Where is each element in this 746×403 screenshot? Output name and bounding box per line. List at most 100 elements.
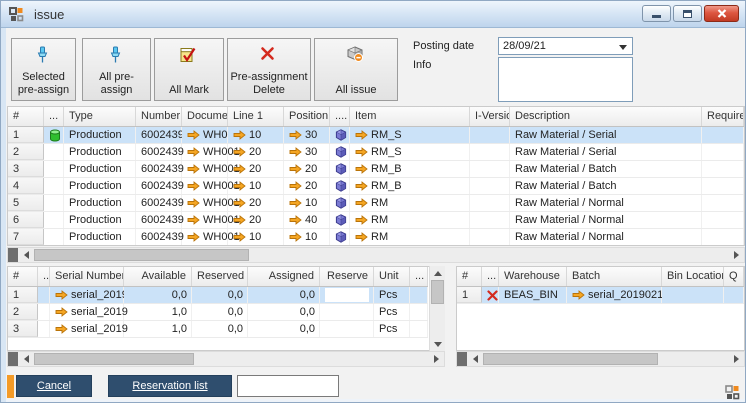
arrow-right-icon [289, 215, 302, 225]
main-table-row[interactable]: 1Production6002439WH0011030RM_SRaw Mater… [8, 127, 744, 144]
scrollbar-corner-button[interactable] [457, 352, 467, 366]
scroll-right-button[interactable] [728, 352, 744, 366]
scrollbar-thumb[interactable] [431, 280, 444, 304]
column-header[interactable]: ... [410, 267, 428, 286]
main-table-row[interactable]: 3Production6002439WH0012020RM_BRaw Mater… [8, 161, 744, 178]
selected-pre-assign-button[interactable]: Selected pre-assign [11, 38, 76, 101]
cell-type: Production [64, 195, 136, 211]
maximize-button[interactable] [673, 5, 702, 22]
serial-table-row[interactable]: 3serial_20191,00,00,0Pcs [8, 321, 428, 338]
cell-requirement [702, 212, 744, 228]
close-button[interactable] [704, 5, 739, 22]
column-header[interactable]: Reserve [320, 267, 374, 286]
info-textarea[interactable] [498, 57, 633, 102]
arrow-right-glyph-icon [434, 355, 439, 363]
scrollbar-corner-button[interactable] [8, 352, 18, 366]
column-header[interactable]: Unit [374, 267, 410, 286]
scroll-left-button[interactable] [18, 352, 34, 366]
arrow-right-icon [55, 307, 68, 317]
cell-number: 6002439 [136, 127, 182, 143]
cell-icon [44, 178, 64, 194]
arrow-right-icon [355, 232, 368, 242]
cell-line1: 10 [228, 178, 284, 194]
cell-line1: 10 [228, 127, 284, 143]
scroll-up-button[interactable] [430, 266, 445, 280]
arrow-right-icon [233, 181, 246, 191]
cell-type: Production [64, 161, 136, 177]
column-header[interactable]: # [8, 267, 38, 286]
window-left-edge [1, 28, 6, 402]
scrollbar-track[interactable] [430, 280, 445, 337]
scrollbar-thumb[interactable] [34, 353, 194, 365]
posting-date-select[interactable]: 28/09/21 [498, 37, 633, 55]
scrollbar-thumb[interactable] [34, 249, 249, 261]
serial-table-vscrollbar [429, 266, 445, 351]
scroll-right-button[interactable] [728, 248, 744, 262]
scroll-down-button[interactable] [430, 337, 445, 351]
column-header[interactable]: Document [182, 107, 228, 126]
cancel-button[interactable]: Cancel [16, 375, 92, 397]
cell-line1: 10 [228, 229, 284, 245]
column-header[interactable]: # [8, 107, 44, 126]
column-header[interactable]: Bin Location [662, 267, 724, 286]
column-header[interactable]: ... [44, 107, 64, 126]
column-header[interactable]: Requirement [702, 107, 744, 126]
column-header[interactable]: Warehouse [499, 267, 567, 286]
all-pre-assign-button[interactable]: All pre-assign [82, 38, 151, 101]
cell-number: 6002439 [136, 212, 182, 228]
scrollbar-track[interactable] [34, 248, 728, 262]
serial-table-row[interactable]: 2serial_20191,00,00,0Pcs [8, 304, 428, 321]
main-table-row[interactable]: 4Production6002439WH0011020RM_BRaw Mater… [8, 178, 744, 195]
column-header[interactable]: Reserved [192, 267, 248, 286]
cell-icon [330, 127, 350, 143]
column-header[interactable]: Item [350, 107, 470, 126]
column-header[interactable]: Assigned [248, 267, 320, 286]
column-header[interactable]: ... [38, 267, 50, 286]
scrollbar-track[interactable] [483, 352, 728, 366]
main-table-row[interactable]: 6Production6002439WH0012040RMRaw Materia… [8, 212, 744, 229]
scroll-left-button[interactable] [467, 352, 483, 366]
column-header[interactable]: Batch [567, 267, 662, 286]
column-header[interactable]: Position [284, 107, 330, 126]
minimize-button[interactable] [642, 5, 671, 22]
cell-icon [410, 321, 428, 337]
cell-num: 1 [8, 127, 44, 143]
column-header[interactable]: # [457, 267, 482, 286]
all-issue-button[interactable]: All issue [314, 38, 398, 101]
reservation-list-button[interactable]: Reservation list [108, 375, 232, 397]
column-header[interactable]: ... [482, 267, 499, 286]
arrow-right-icon [187, 215, 200, 225]
column-header[interactable]: I-Version [470, 107, 510, 126]
column-header[interactable]: Q [724, 267, 744, 286]
cell-icon [410, 304, 428, 320]
warehouse-table-row[interactable]: 1BEAS_BINserial_20190212_12505 [457, 287, 744, 304]
arrow-right-icon [355, 130, 368, 140]
cube-icon [335, 129, 347, 141]
cube-icon [335, 146, 347, 158]
main-table-row[interactable]: 5Production6002439WH0012010RMRaw Materia… [8, 195, 744, 212]
scroll-left-button[interactable] [18, 248, 34, 262]
all-mark-button[interactable]: All Mark [154, 38, 224, 101]
footer-input[interactable] [237, 375, 339, 397]
column-header[interactable]: Serial Number [50, 267, 124, 286]
app-logo-icon [725, 385, 740, 400]
main-table-row[interactable]: 7Production6002439WH0011010RMRaw Materia… [8, 229, 744, 246]
arrow-right-icon [187, 147, 200, 157]
column-header[interactable]: Description [510, 107, 702, 126]
cell-requirement [702, 127, 744, 143]
serial-table-row[interactable]: 1serial_20190,00,00,0Pcs [8, 287, 428, 304]
info-label: Info [413, 59, 431, 71]
reserve-input[interactable] [325, 288, 369, 302]
column-header[interactable]: Type [64, 107, 136, 126]
column-header[interactable]: Line 1 [228, 107, 284, 126]
cell-document: WH001 [182, 195, 228, 211]
main-table-row[interactable]: 2Production6002439WH0012030RM_SRaw Mater… [8, 144, 744, 161]
column-header[interactable]: Number [136, 107, 182, 126]
scrollbar-track[interactable] [34, 352, 428, 366]
scrollbar-corner-button[interactable] [8, 248, 18, 262]
scrollbar-thumb[interactable] [483, 353, 658, 365]
column-header[interactable]: .... [330, 107, 350, 126]
column-header[interactable]: Available [124, 267, 192, 286]
pre-assignment-delete-button[interactable]: Pre-assignment Delete [227, 38, 311, 101]
scroll-right-button[interactable] [428, 352, 444, 366]
